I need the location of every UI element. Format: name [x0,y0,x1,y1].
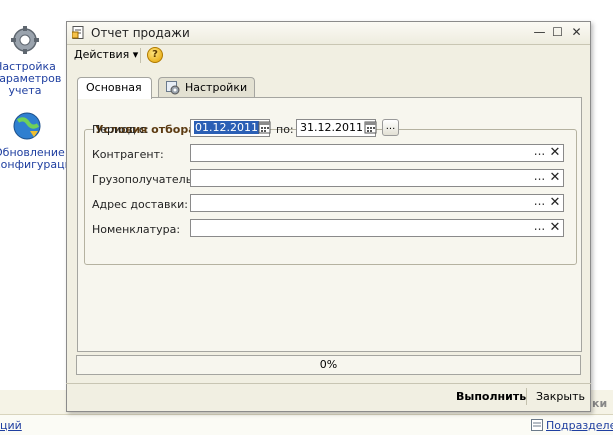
shortcut-update[interactable]: Обновление конфигурации [0,111,79,171]
shortcut-settings[interactable]: Настройка параметров учета [0,25,61,97]
toolbar-separator [140,48,141,63]
shortcut-update-line2: конфигурации [0,158,79,171]
update-globe-icon [13,112,41,140]
report-window: Отчет продажи — ☐ ✕ Действия ▾ ? Основна… [66,21,591,412]
tab-settings[interactable]: Настройки [158,77,255,98]
help-icon[interactable]: ? [147,47,163,63]
tab-panel-main [77,97,582,352]
window-toolbar: Действия ▾ ? [67,44,590,66]
subdivision-icon [531,419,543,431]
shortcut-settings-line3: учета [8,84,42,97]
desktop-bottom-left-link[interactable]: ций [0,419,22,432]
document-icon [72,26,84,39]
gear-icon [11,26,39,54]
settings-gear-icon [166,81,180,95]
close-window-button[interactable]: ✕ [569,25,584,40]
desktop-bottom-right-link[interactable]: Подразделен [546,419,613,432]
desktop-side-text: ки [592,397,608,410]
window-title: Отчет продажи [91,26,190,40]
actions-menu-button[interactable]: Действия ▾ [74,48,138,61]
desktop-bottom-bar [0,414,613,435]
run-button[interactable]: Выполнить [456,390,526,403]
tab-main[interactable]: Основная [77,77,152,99]
tab-settings-label: Настройки [185,81,248,94]
window-titlebar[interactable]: Отчет продажи — ☐ ✕ [67,22,590,45]
minimize-button[interactable]: — [532,25,547,40]
close-button[interactable]: Закрыть [536,390,585,403]
maximize-button[interactable]: ☐ [550,25,565,40]
